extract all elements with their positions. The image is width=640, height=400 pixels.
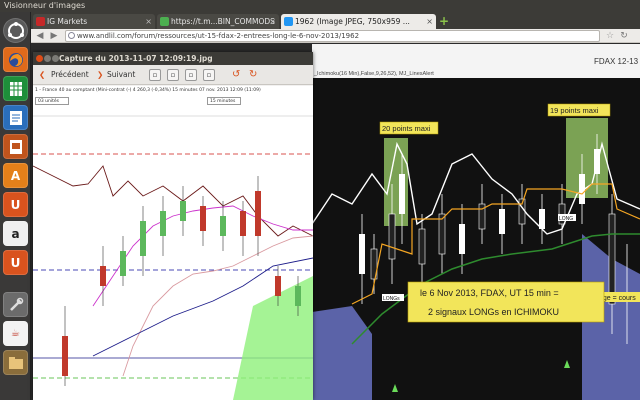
viewer-toolbar: ❮ Précédent ❯ Suivant ▫ ▫ ▫ ▫ ↺ ↻ — [33, 65, 313, 85]
forward-button[interactable]: ▶ — [49, 31, 59, 41]
rotate-left-icon[interactable]: ↺ — [232, 69, 240, 81]
tab-bin-commods[interactable]: https://t.m...BIN_COMMODS × — [157, 14, 279, 29]
close-window-icon[interactable] — [36, 55, 43, 62]
chart-title: FDAX 12-13 (15 Min) — [594, 57, 640, 66]
launcher: A U a U ☕ — [0, 12, 31, 400]
writer-icon[interactable] — [3, 105, 28, 130]
tab-image-1962[interactable]: 1962 (Image JPEG, 750x959 ... × — [281, 14, 436, 29]
url-input[interactable]: www.andlil.com/forum/ressources/ut-15-fd… — [65, 30, 600, 42]
java-icon[interactable]: ☕ — [3, 321, 28, 346]
chart-info-line: 1 - France 40 au comptant (Mini-contrat … — [35, 88, 261, 93]
zoom-in-icon[interactable]: ▫ — [149, 69, 161, 81]
timeframe-select[interactable]: 15 minutes — [207, 97, 241, 105]
tab-label: IG Markets — [47, 17, 88, 26]
long-label-1-text: LONGs — [383, 296, 400, 302]
next-arrow-icon[interactable]: ❯ — [97, 69, 103, 81]
settings-icon[interactable] — [3, 292, 28, 317]
highlight-zone-2 — [566, 118, 608, 198]
viewer-image: 1 - France 40 au comptant (Mini-contrat … — [33, 86, 313, 400]
long-label-2-text: LONG — [559, 216, 573, 222]
ig-favicon — [36, 17, 45, 26]
minimize-window-icon[interactable] — [44, 55, 51, 62]
units-select[interactable]: 03 unités — [35, 97, 69, 105]
back-button[interactable]: ◀ — [35, 31, 45, 41]
amazon-icon[interactable]: a — [3, 221, 28, 246]
annotation-line-1: le 6 Nov 2013, FDAX, UT 15 min = — [420, 288, 559, 298]
impress-icon[interactable] — [3, 134, 28, 159]
globe-icon — [68, 32, 75, 39]
zoom-out-icon[interactable]: ▫ — [167, 69, 179, 81]
software-center-icon[interactable]: A — [3, 163, 28, 188]
ubuntu-icon[interactable] — [3, 18, 28, 43]
url-text: www.andlil.com/forum/ressources/ut-15-fd… — [77, 32, 360, 40]
rotate-right-icon[interactable]: ↻ — [249, 69, 257, 81]
tab-ig-markets[interactable]: IG Markets × — [33, 14, 155, 29]
annotation-line-2: 2 signaux LONGs en ICHIMOKU — [428, 307, 559, 317]
reload-icon[interactable]: ↻ — [619, 31, 629, 41]
tab-label: https://t.m...BIN_COMMODS — [171, 17, 275, 26]
ubuntu-one-icon[interactable]: U — [3, 192, 28, 217]
ichimoku-chart-small — [33, 106, 313, 400]
indicator-line: _Ichimoku(16 Min),False,9,26,52), MJ_Lin… — [313, 71, 434, 77]
close-icon[interactable]: × — [426, 14, 433, 29]
ubuntu-one-music-icon[interactable]: U — [3, 250, 28, 275]
files-icon[interactable] — [3, 350, 28, 375]
prev-arrow-icon[interactable]: ❮ — [39, 69, 45, 81]
window-title-bar: Visionneur d'images — [0, 0, 640, 12]
callout-2-text: 19 points maxi — [550, 106, 599, 115]
next-button[interactable]: Suivant — [107, 69, 135, 81]
callout-1-text: 20 points maxi — [382, 124, 431, 133]
calc-icon[interactable] — [3, 76, 28, 101]
page-favicon — [160, 17, 169, 26]
ichimoku-chart-large: FDAX 12-13 (15 Min) _Ichimoku(16 Min),Fa… — [312, 44, 640, 400]
firefox-icon[interactable] — [3, 47, 28, 72]
tab-bar: IG Markets × https://t.m...BIN_COMMODS ×… — [31, 12, 640, 29]
close-icon[interactable]: × — [269, 14, 276, 29]
nav-bar: ◀ ▶ www.andlil.com/forum/ressources/ut-1… — [31, 29, 640, 43]
viewer-title-bar: Capture du 2013-11-07 12:09:19.jpg — [33, 52, 313, 65]
window-title: Visionneur d'images — [4, 1, 86, 10]
fit-icon[interactable]: ▫ — [185, 69, 197, 81]
close-icon[interactable]: × — [145, 14, 152, 29]
bookmark-icon[interactable]: ☆ — [605, 31, 615, 41]
new-tab-button[interactable]: + — [439, 15, 451, 27]
maximize-window-icon[interactable] — [52, 55, 59, 62]
tab-label: 1962 (Image JPEG, 750x959 ... — [295, 17, 410, 26]
viewer-title: Capture du 2013-11-07 12:09:19.jpg — [59, 54, 213, 63]
prev-button[interactable]: Précédent — [51, 69, 89, 81]
fullscreen-icon[interactable]: ▫ — [203, 69, 215, 81]
image-viewer-window: Capture du 2013-11-07 12:09:19.jpg ❮ Pré… — [33, 52, 313, 400]
image-favicon — [284, 17, 293, 26]
webpage-chart: FDAX 12-13 (15 Min) _Ichimoku(16 Min),Fa… — [312, 44, 640, 400]
